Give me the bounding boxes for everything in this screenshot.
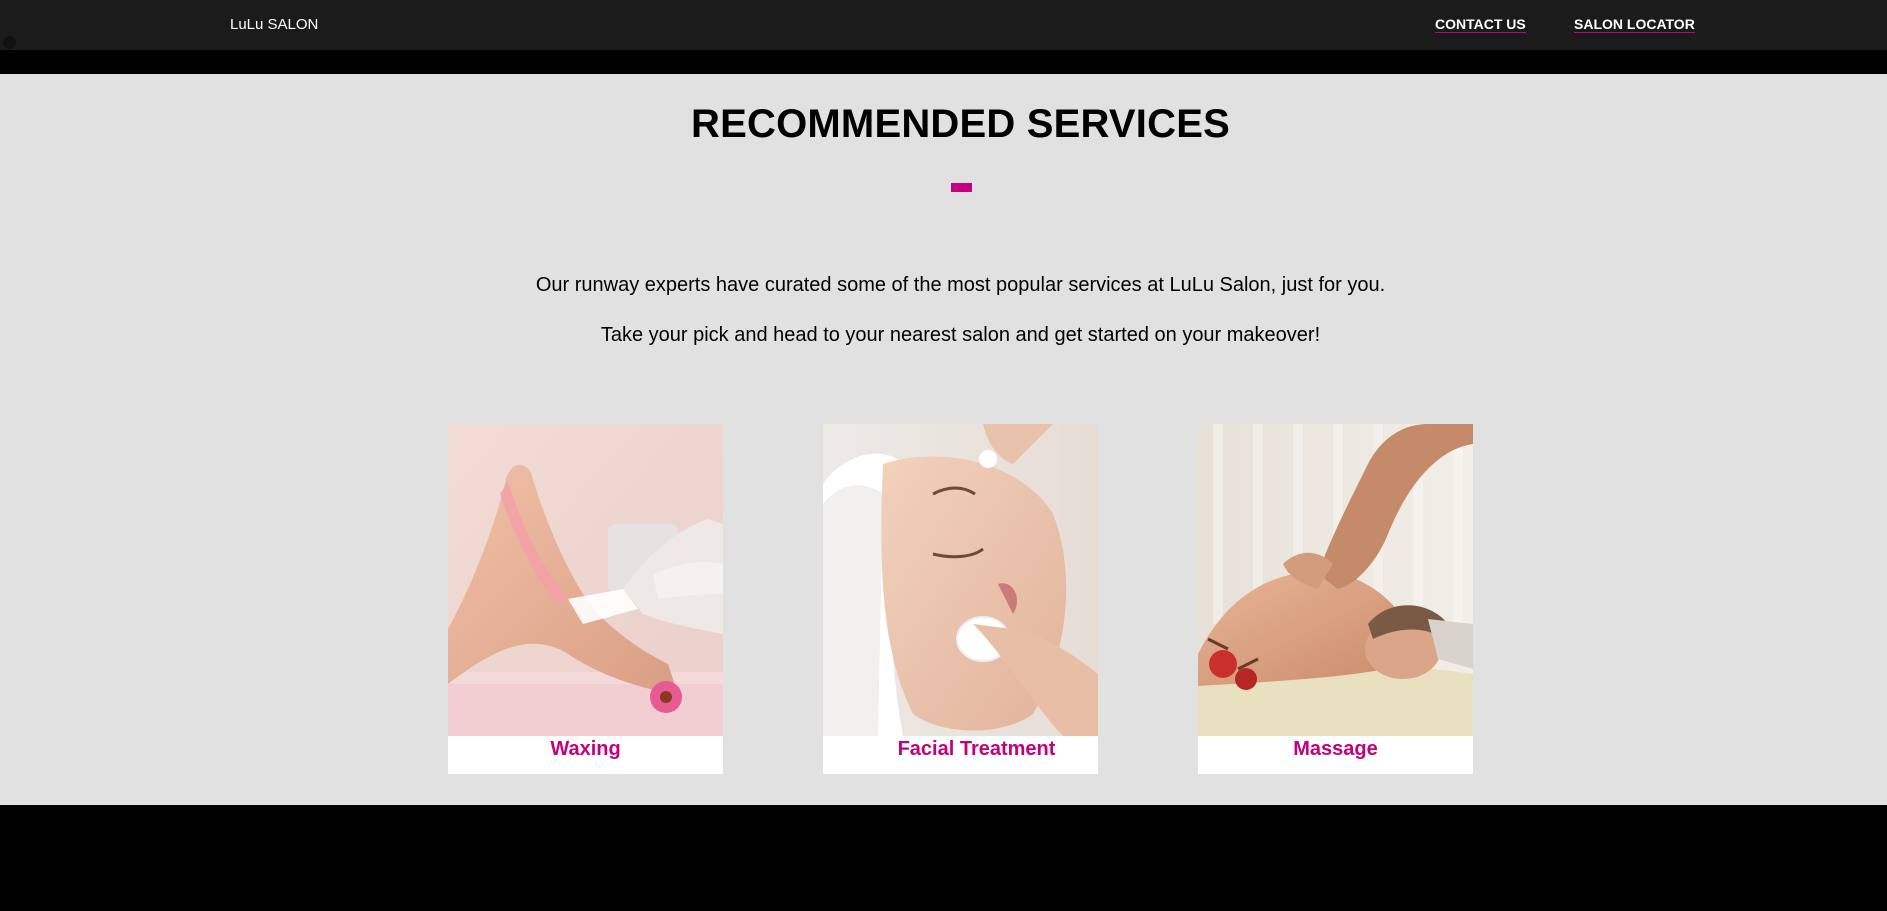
facial-photo [823,424,1098,736]
service-label-waxing[interactable]: Waxing [448,736,723,774]
nav-salon-locator[interactable]: SALON LOCATOR [1574,16,1695,33]
service-label-massage[interactable]: Massage [1198,736,1473,774]
service-card-facial-treatment[interactable]: Facial Treatment [823,424,1098,774]
section-title: RECOMMENDED SERVICES [691,102,1230,146]
brand-logo-link[interactable]: LuLu SALON [230,16,318,33]
massage-photo [1198,424,1473,736]
title-accent-bar [951,183,972,192]
intro-text-line-2: Take your pick and head to your nearest … [600,324,1321,346]
header-spacer [0,50,1887,74]
service-card-waxing[interactable]: Waxing [448,424,723,774]
recommended-services-section: RECOMMENDED SERVICES Our runway experts … [0,74,1887,805]
waxing-photo [448,424,723,736]
cursor-dot [3,36,16,49]
nav-contact-us[interactable]: CONTACT US [1435,16,1526,33]
top-navbar: LuLu SALON CONTACT US SALON LOCATOR [0,0,1887,50]
page-footer [0,805,1887,911]
intro-text-line-1: Our runway experts have curated some of … [535,274,1386,296]
service-label-facial-treatment[interactable]: Facial Treatment [823,736,1098,774]
service-card-massage[interactable]: Massage [1198,424,1473,774]
